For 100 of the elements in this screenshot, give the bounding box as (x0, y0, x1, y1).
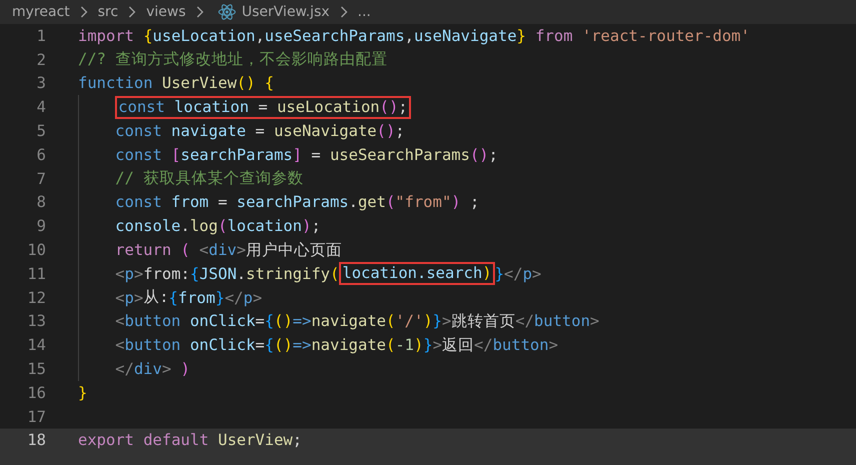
code-comment: // 获取具体某个查询参数 (115, 168, 304, 190)
string-literal: 'react-router-dom' (582, 26, 750, 45)
tag-name: p (522, 264, 532, 283)
variable-name: onClick (190, 312, 256, 330)
bracket: ( (386, 193, 396, 212)
tag-bracket: </ (504, 264, 523, 283)
tag-bracket: > (162, 360, 172, 378)
line-number: 18 (26, 431, 46, 450)
tag-bracket: > (252, 288, 262, 307)
chevron-icon (196, 6, 204, 18)
tag-name: div (134, 360, 162, 378)
keyword: default (143, 431, 210, 450)
chevron-icon (80, 6, 88, 18)
tag-bracket: > (590, 312, 600, 330)
breadcrumb-item[interactable]: myreact (12, 4, 70, 20)
bracket: { (264, 336, 274, 354)
code-comment: //? 查询方式修改地址，不会影响路由配置 (78, 49, 388, 70)
number-literal: -1 (395, 336, 414, 354)
variable-name: useNavigate (414, 26, 517, 45)
line-number: 13 (26, 312, 46, 330)
variable-name: onClick (190, 336, 256, 354)
variable-name: useSearchParams (264, 26, 405, 45)
variable-name: from (171, 193, 209, 212)
line-number: 4 (36, 98, 46, 116)
line-number: 2 (36, 50, 46, 69)
code-punctuation: , (404, 26, 414, 45)
bracket: ) (180, 360, 190, 378)
code-punctuation: = (255, 336, 265, 354)
bracket: ) (414, 336, 424, 354)
tag-name: p (243, 288, 253, 307)
code-punctuation: ; (311, 217, 321, 236)
bracket: ) (302, 217, 312, 236)
tag-bracket: < (115, 288, 125, 307)
tag-bracket: < (115, 264, 125, 283)
keyword: function (78, 74, 154, 92)
breadcrumb-item[interactable]: UserView.jsx (242, 4, 330, 20)
line-number: 16 (26, 384, 46, 402)
jsx-text: 跳转首页 (451, 310, 516, 332)
line-number: 17 (26, 408, 46, 426)
code-punctuation: ; (292, 431, 302, 450)
jsx-text: 返回 (442, 334, 474, 356)
function-name: log (190, 217, 218, 236)
highlight-box: const location = useLocation(); (115, 96, 411, 119)
bracket: } (215, 288, 225, 307)
breadcrumb-item[interactable]: views (146, 4, 186, 20)
jsx-text: 从: (143, 287, 169, 308)
tag-bracket: < (115, 312, 125, 330)
bracket: { (190, 264, 200, 283)
variable-name: searchParams (180, 146, 293, 164)
tag-name: p (124, 264, 134, 283)
code-punctuation: ; (395, 122, 405, 140)
bracket: () (376, 122, 396, 140)
tag-bracket: </ (515, 312, 534, 330)
bracket: { (168, 288, 178, 307)
keyword: => (292, 312, 312, 330)
bracket: ( (218, 217, 228, 236)
bracket: } (516, 26, 527, 45)
variable-name: from (178, 288, 216, 307)
tag-bracket: > (432, 336, 442, 354)
function-name: navigate (311, 312, 386, 330)
bracket: { (264, 312, 274, 330)
bracket: ) (451, 193, 461, 212)
code-punctuation: = (310, 146, 322, 164)
code-punctuation: = (216, 193, 228, 212)
variable-name: JSON (199, 264, 237, 283)
function-name: UserView (218, 431, 293, 450)
keyword: return (115, 241, 172, 260)
bracket: } (494, 264, 504, 283)
jsx-text: 用户中心页面 (246, 240, 342, 261)
function-name: stringify (246, 264, 330, 283)
string-literal: '/' (395, 312, 424, 330)
line-number: 15 (26, 360, 46, 378)
tag-name: button (124, 336, 182, 354)
jsx-text: from: (143, 264, 190, 283)
bracket: } (432, 312, 442, 330)
tag-bracket: > (532, 264, 542, 283)
chevron-icon (128, 6, 136, 18)
keyword: const (115, 193, 163, 212)
keyword: import (78, 26, 135, 45)
tag-bracket: < (199, 241, 209, 260)
tag-bracket: > (134, 288, 144, 307)
tag-name: p (124, 288, 134, 307)
bracket: { (264, 74, 274, 92)
string-literal: "from" (395, 193, 452, 212)
line-number: 7 (36, 170, 46, 188)
variable-name: location (227, 217, 302, 236)
code-punctuation: . (180, 217, 190, 236)
tag-bracket: > (442, 312, 452, 330)
tag-bracket: </ (224, 288, 244, 307)
tag-bracket: > (134, 264, 144, 283)
code-punctuation: . (236, 264, 246, 283)
more-symbols-link[interactable]: ... (358, 4, 371, 20)
chevron-icon (340, 6, 348, 18)
bracket: ( (330, 264, 340, 283)
line-number: 3 (36, 74, 46, 92)
code-punctuation: , (255, 26, 265, 45)
tag-bracket: </ (115, 360, 134, 378)
breadcrumb-item[interactable]: src (98, 4, 118, 20)
variable-name: navigate (171, 122, 246, 140)
code-punctuation: . (348, 193, 358, 212)
